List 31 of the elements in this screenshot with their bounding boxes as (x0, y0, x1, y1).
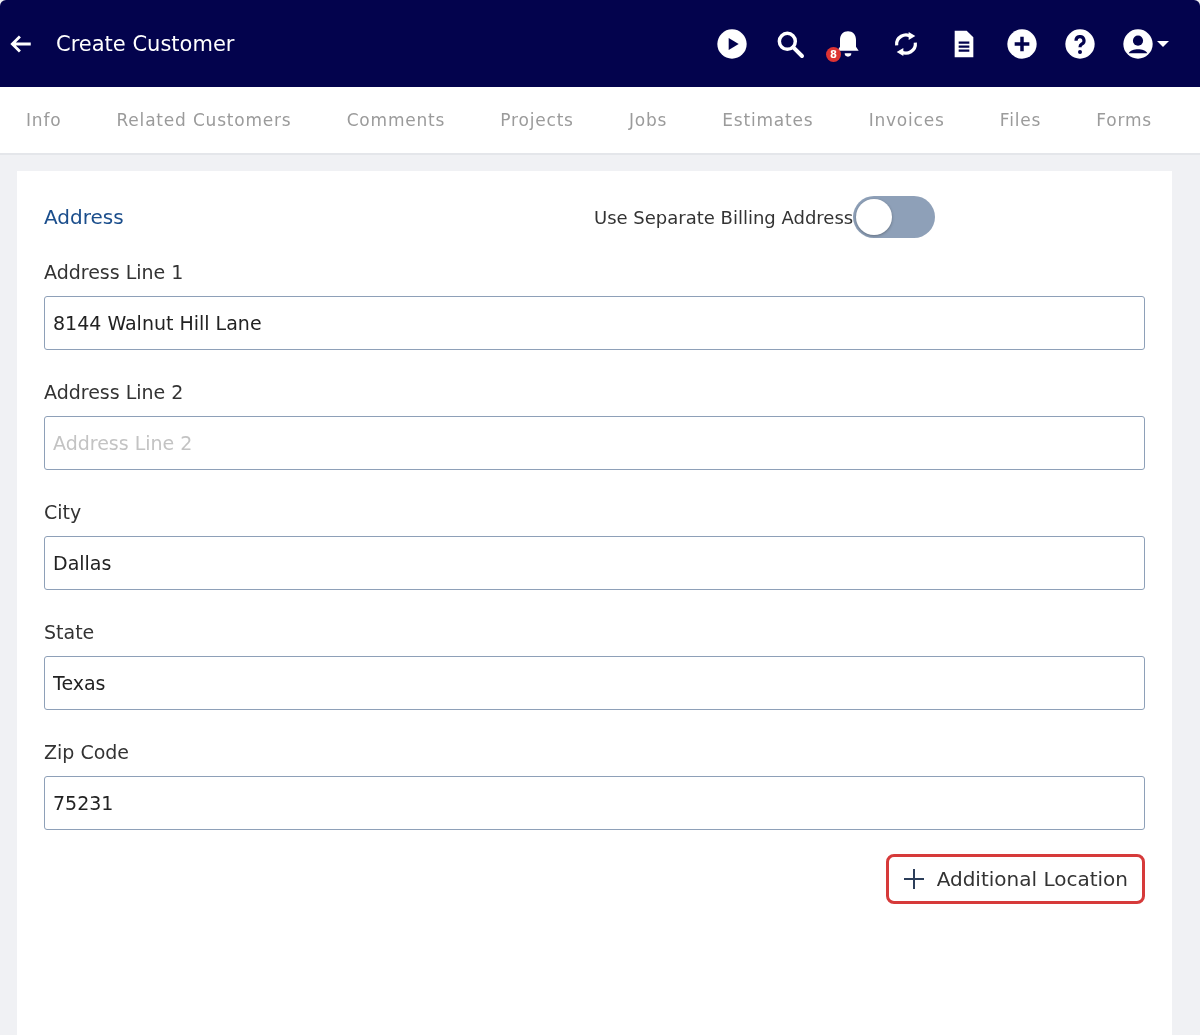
notification-badge: 8 (826, 46, 841, 62)
field-label: Zip Code (44, 741, 131, 763)
user-menu-icon[interactable] (1122, 27, 1154, 60)
field-label: Address Line 2 (44, 381, 185, 403)
tab[interactable]: Info (26, 106, 62, 134)
toggle-label: Use Separate Billing Address (594, 206, 854, 228)
plus-circle-icon[interactable] (1006, 27, 1038, 60)
tab[interactable]: Forms (1096, 106, 1152, 134)
tab[interactable]: Estimates (722, 106, 814, 134)
input-field[interactable]: 75231 (44, 776, 1145, 830)
field-label: City (44, 501, 83, 523)
help-icon[interactable] (1064, 27, 1096, 60)
section-title: Address (44, 205, 125, 229)
tab[interactable]: Related Customers (116, 106, 292, 134)
plus-icon (902, 868, 925, 890)
field-label: State (44, 621, 96, 643)
tab[interactable]: Comments (346, 106, 446, 134)
tab[interactable]: Jobs (628, 106, 668, 134)
input-field[interactable]: Dallas (44, 536, 1145, 590)
tab[interactable]: Files (999, 106, 1042, 134)
input-field[interactable]: Address Line 2 (44, 416, 1145, 470)
add-location-button[interactable]: Additional Location (885, 854, 1145, 904)
play-icon[interactable] (716, 27, 748, 60)
input-field[interactable]: 8144 Walnut Hill Lane (44, 296, 1145, 350)
input-field[interactable]: Texas (44, 656, 1145, 710)
field-label: Address Line 1 (44, 261, 185, 283)
caret-icon[interactable] (1156, 38, 1170, 49)
page-title: Create Customer (56, 31, 236, 56)
billing-toggle[interactable] (853, 196, 936, 238)
tab[interactable]: Projects (500, 106, 574, 134)
tab[interactable]: Invoices (868, 106, 945, 134)
